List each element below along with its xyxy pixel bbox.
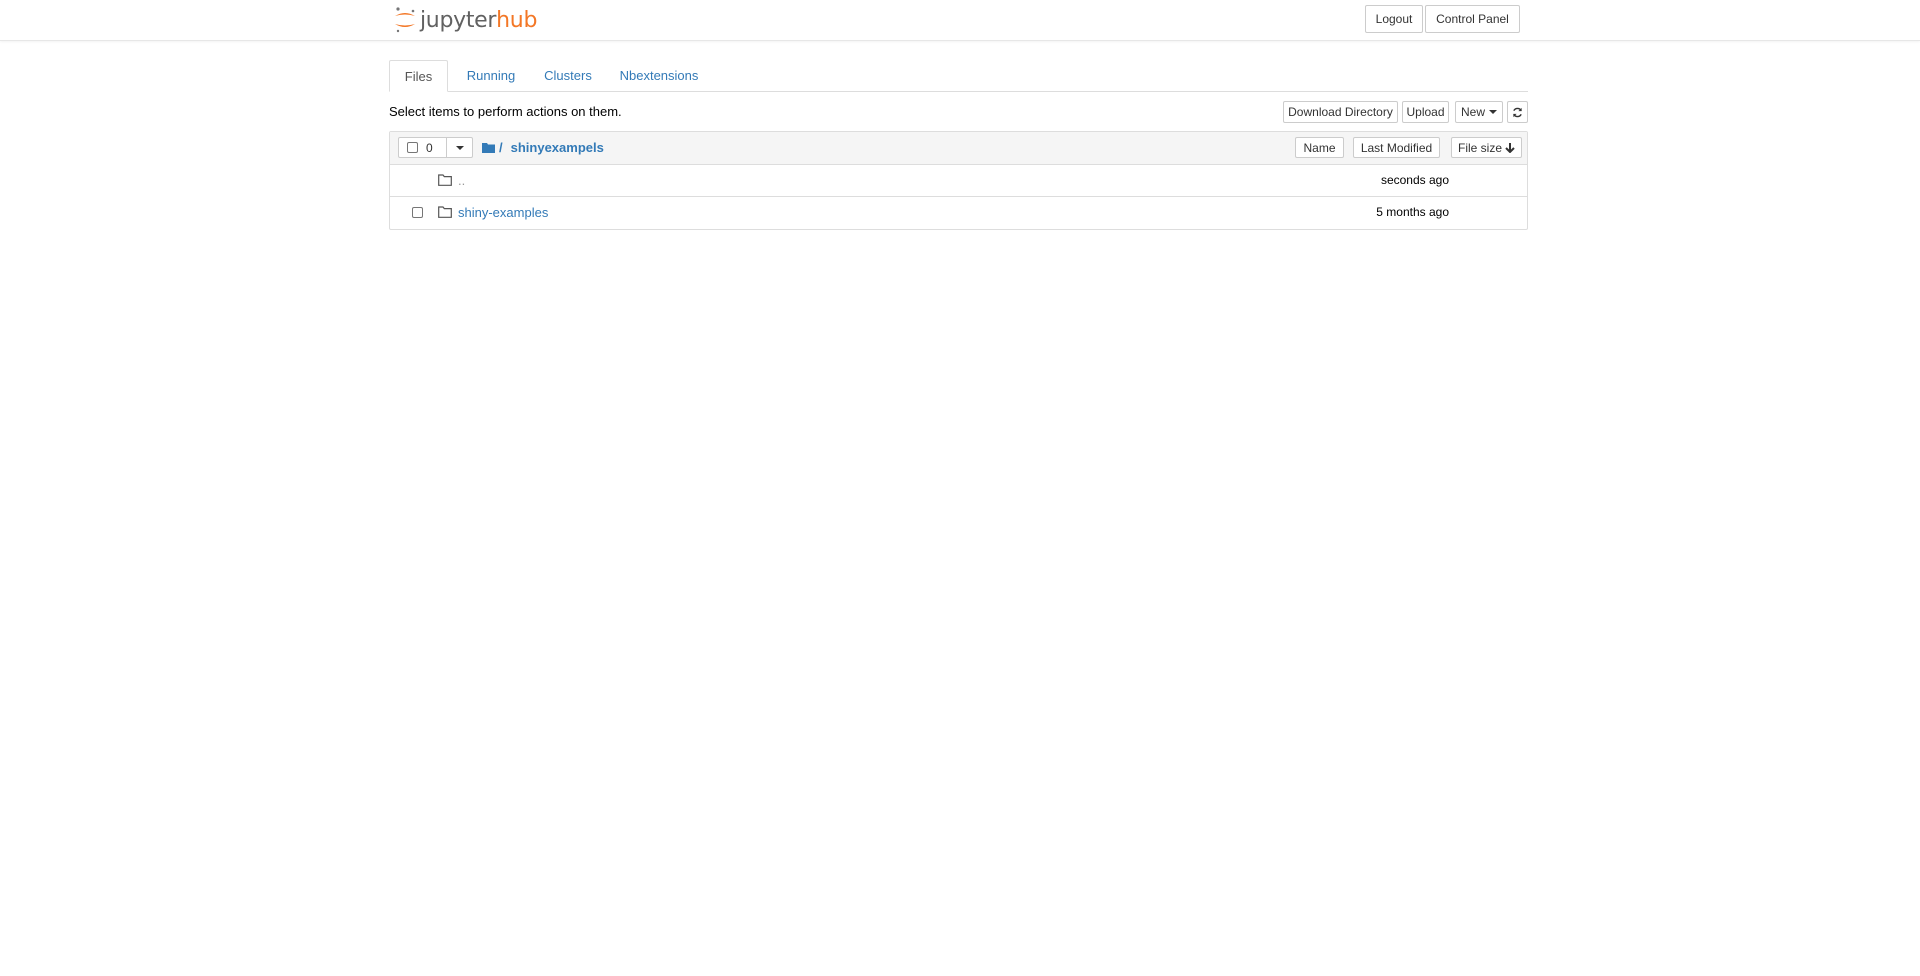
download-directory-button[interactable]: Download Directory <box>1283 101 1398 123</box>
breadcrumb-separator: / <box>499 140 503 155</box>
folder-outline-icon <box>438 206 452 218</box>
tab-nbextensions[interactable]: Nbextensions <box>617 60 701 91</box>
tab-running[interactable]: Running <box>459 60 523 91</box>
refresh-button[interactable] <box>1507 101 1528 123</box>
selected-count: 0 <box>426 140 433 155</box>
list-item-shiny-examples[interactable]: shiny-examples 5 months ago <box>390 197 1527 229</box>
select-all-checkbox[interactable] <box>407 142 418 153</box>
item-checkbox[interactable] <box>412 207 423 218</box>
sort-by-modified-button[interactable]: Last Modified <box>1353 137 1440 158</box>
file-list-header: 0 / shinyexampels Name Last Modified Fil… <box>390 132 1527 165</box>
tab-clusters[interactable]: Clusters <box>539 60 597 91</box>
select-all-area: 0 <box>399 138 447 157</box>
logo-text-jupyter: jupyter <box>420 7 497 33</box>
item-name[interactable]: shiny-examples <box>458 205 548 220</box>
folder-icon[interactable] <box>482 142 495 153</box>
item-modified: seconds ago <box>1380 173 1449 187</box>
refresh-icon <box>1513 107 1522 117</box>
caret-down-icon <box>1489 110 1497 114</box>
jupyter-logo-icon <box>395 7 415 33</box>
select-menu-toggle[interactable] <box>447 138 472 157</box>
breadcrumb-current-dir[interactable]: shinyexampels <box>511 140 604 155</box>
upload-button[interactable]: Upload <box>1402 101 1449 123</box>
item-modified: 5 months ago <box>1376 205 1449 219</box>
new-dropdown-button[interactable]: New <box>1455 101 1503 123</box>
top-header: jupyter hub Logout Control Panel <box>0 0 1920 41</box>
list-item-parent-dir[interactable]: .. seconds ago <box>390 165 1527 197</box>
logout-button[interactable]: Logout <box>1365 5 1423 33</box>
logo-text-hub: hub <box>496 7 538 33</box>
sort-size-label: File size <box>1457 140 1502 155</box>
item-name[interactable]: .. <box>458 173 465 188</box>
file-list: 0 / shinyexampels Name Last Modified Fil… <box>389 131 1528 230</box>
folder-outline-icon <box>438 174 452 186</box>
new-button-label: New <box>1460 105 1485 119</box>
instructions-text: Select items to perform actions on them. <box>389 104 622 119</box>
sort-by-name-button[interactable]: Name <box>1295 137 1344 158</box>
control-panel-button[interactable]: Control Panel <box>1425 5 1520 33</box>
caret-down-icon <box>455 145 464 150</box>
tab-files[interactable]: Files <box>389 60 448 92</box>
arrow-down-icon <box>1505 142 1515 153</box>
select-all-group: 0 <box>398 137 473 158</box>
main-tabs: Files Running Clusters Nbextensions <box>389 60 1528 92</box>
breadcrumb: / shinyexampels <box>482 140 604 155</box>
sort-by-size-button[interactable]: File size <box>1451 137 1522 158</box>
jupyterhub-logo[interactable]: jupyter hub <box>393 4 537 36</box>
